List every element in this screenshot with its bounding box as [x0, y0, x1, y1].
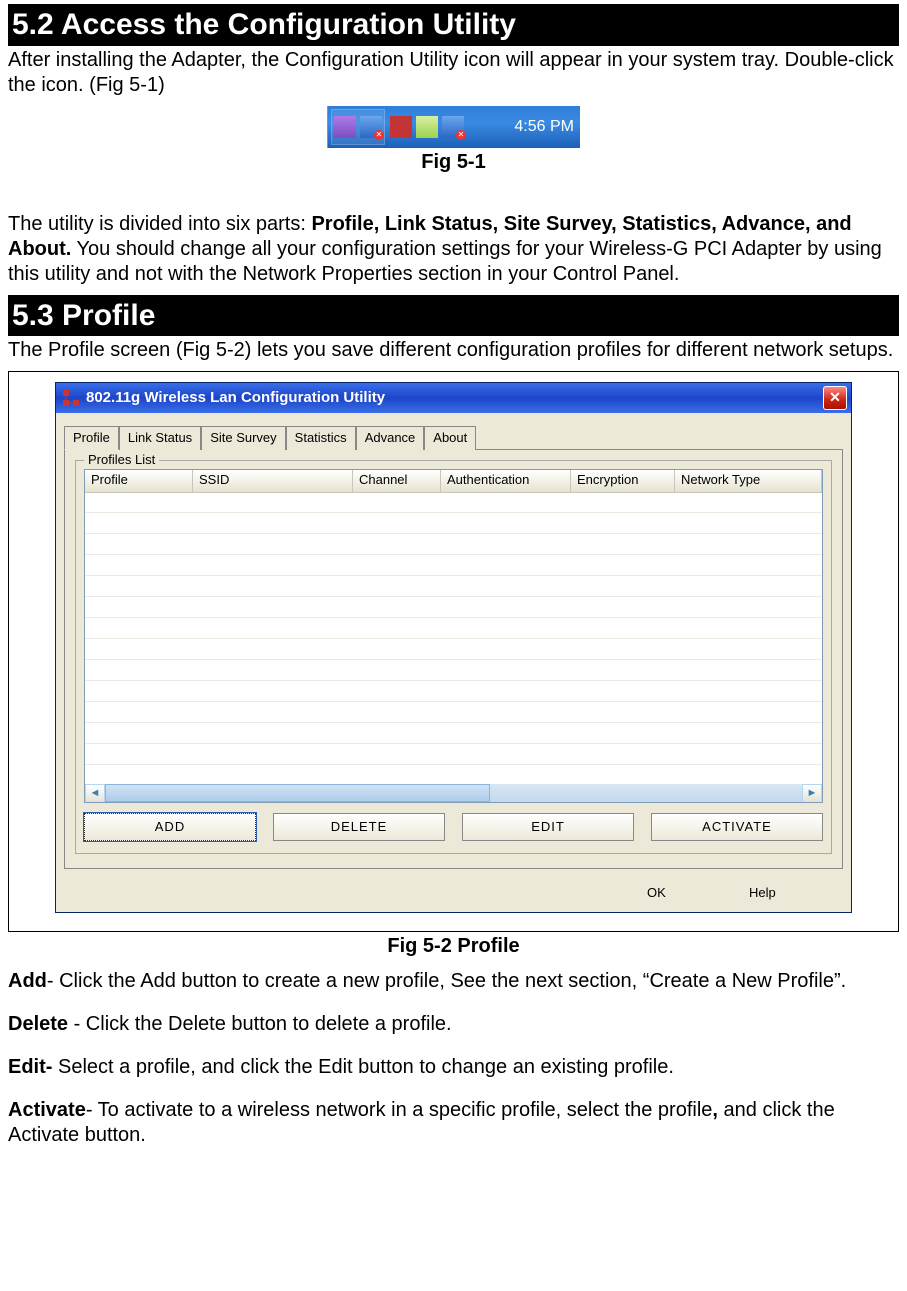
table-row — [85, 702, 822, 723]
table-row — [85, 681, 822, 702]
tray-icon-1 — [334, 116, 356, 138]
tab-strip: Profile Link Status Site Survey Statisti… — [64, 425, 843, 449]
profiles-listview[interactable]: Profile SSID Channel Authentication Encr… — [84, 469, 823, 803]
col-network-type[interactable]: Network Type — [675, 470, 822, 492]
figure-5-2-container: 802.11g Wireless Lan Configuration Utili… — [8, 371, 899, 932]
ok-button[interactable]: OK — [647, 885, 739, 901]
col-profile[interactable]: Profile — [85, 470, 193, 492]
intro-5-2: After installing the Adapter, the Config… — [8, 48, 899, 98]
table-row — [85, 513, 822, 534]
config-utility-window: 802.11g Wireless Lan Configuration Utili… — [55, 382, 852, 913]
tray-icon-3 — [390, 116, 412, 138]
col-encryption[interactable]: Encryption — [571, 470, 675, 492]
table-row — [85, 618, 822, 639]
caption-fig-5-1: Fig 5-1 — [8, 150, 899, 175]
col-channel[interactable]: Channel — [353, 470, 441, 492]
col-authentication[interactable]: Authentication — [441, 470, 571, 492]
def-add-text: - Click the Add button to create a new p… — [47, 970, 846, 992]
tab-profile[interactable]: Profile — [64, 426, 119, 450]
delete-button[interactable]: DELETE — [273, 813, 445, 841]
utility-parts-paragraph: The utility is divided into six parts: P… — [8, 212, 899, 287]
scroll-thumb[interactable] — [105, 784, 490, 802]
tray-clock: 4:56 PM — [514, 117, 574, 137]
tab-about[interactable]: About — [424, 426, 476, 450]
window-title: 802.11g Wireless Lan Configuration Utili… — [86, 389, 385, 408]
window-titlebar: 802.11g Wireless Lan Configuration Utili… — [56, 383, 851, 413]
def-activate-label: Activate — [8, 1099, 86, 1121]
scroll-track[interactable] — [105, 784, 802, 802]
add-button[interactable]: ADD — [84, 813, 256, 841]
scroll-right-icon[interactable]: ► — [802, 784, 822, 803]
profiles-list-group: Profiles List Profile SSID Channel Authe… — [75, 460, 832, 854]
table-row — [85, 639, 822, 660]
tab-statistics[interactable]: Statistics — [286, 426, 356, 450]
app-icon — [62, 389, 80, 407]
def-edit-text: Select a profile, and click the Edit but… — [52, 1056, 673, 1078]
table-row — [85, 723, 822, 744]
col-ssid[interactable]: SSID — [193, 470, 353, 492]
tray-icon-2: ✕ — [360, 116, 382, 138]
scroll-left-icon[interactable]: ◄ — [85, 784, 105, 803]
def-add-label: Add — [8, 970, 47, 992]
def-delete-label: Delete — [8, 1013, 68, 1035]
tab-site-survey[interactable]: Site Survey — [201, 426, 285, 450]
tab-link-status[interactable]: Link Status — [119, 426, 201, 450]
definitions: Add- Click the Add button to create a ne… — [8, 969, 899, 1148]
def-edit-label: Edit- — [8, 1056, 52, 1078]
def-delete-text: - Click the Delete button to delete a pr… — [68, 1013, 452, 1035]
section-heading-5-3: 5.3 Profile — [8, 295, 899, 337]
intro-5-3: The Profile screen (Fig 5-2) lets you sa… — [8, 338, 899, 363]
table-row — [85, 576, 822, 597]
table-row — [85, 660, 822, 681]
list-rows — [85, 492, 822, 784]
activate-button[interactable]: ACTIVATE — [651, 813, 823, 841]
section-heading-5-2: 5.2 Access the Configuration Utility — [8, 4, 899, 46]
close-icon[interactable]: ✕ — [823, 386, 847, 410]
group-label: Profiles List — [84, 452, 159, 468]
edit-button[interactable]: EDIT — [462, 813, 634, 841]
def-activate-mid: - To activate to a wireless network in a… — [86, 1099, 713, 1121]
tray-icon-5: ✕ — [442, 116, 464, 138]
tray-icon-4 — [416, 116, 438, 138]
horizontal-scrollbar[interactable]: ◄ ► — [85, 784, 822, 802]
table-row — [85, 744, 822, 765]
caption-fig-5-2: Fig 5-2 Profile — [8, 934, 899, 959]
table-row — [85, 597, 822, 618]
table-row — [85, 765, 822, 786]
table-row — [85, 492, 822, 513]
table-row — [85, 534, 822, 555]
list-header: Profile SSID Channel Authentication Encr… — [85, 470, 822, 493]
table-row — [85, 555, 822, 576]
tab-panel: Profiles List Profile SSID Channel Authe… — [64, 449, 843, 869]
tab-advance[interactable]: Advance — [356, 426, 425, 450]
system-tray: ✕ ✕ 4:56 PM — [327, 106, 580, 148]
help-button[interactable]: Help — [749, 885, 841, 901]
